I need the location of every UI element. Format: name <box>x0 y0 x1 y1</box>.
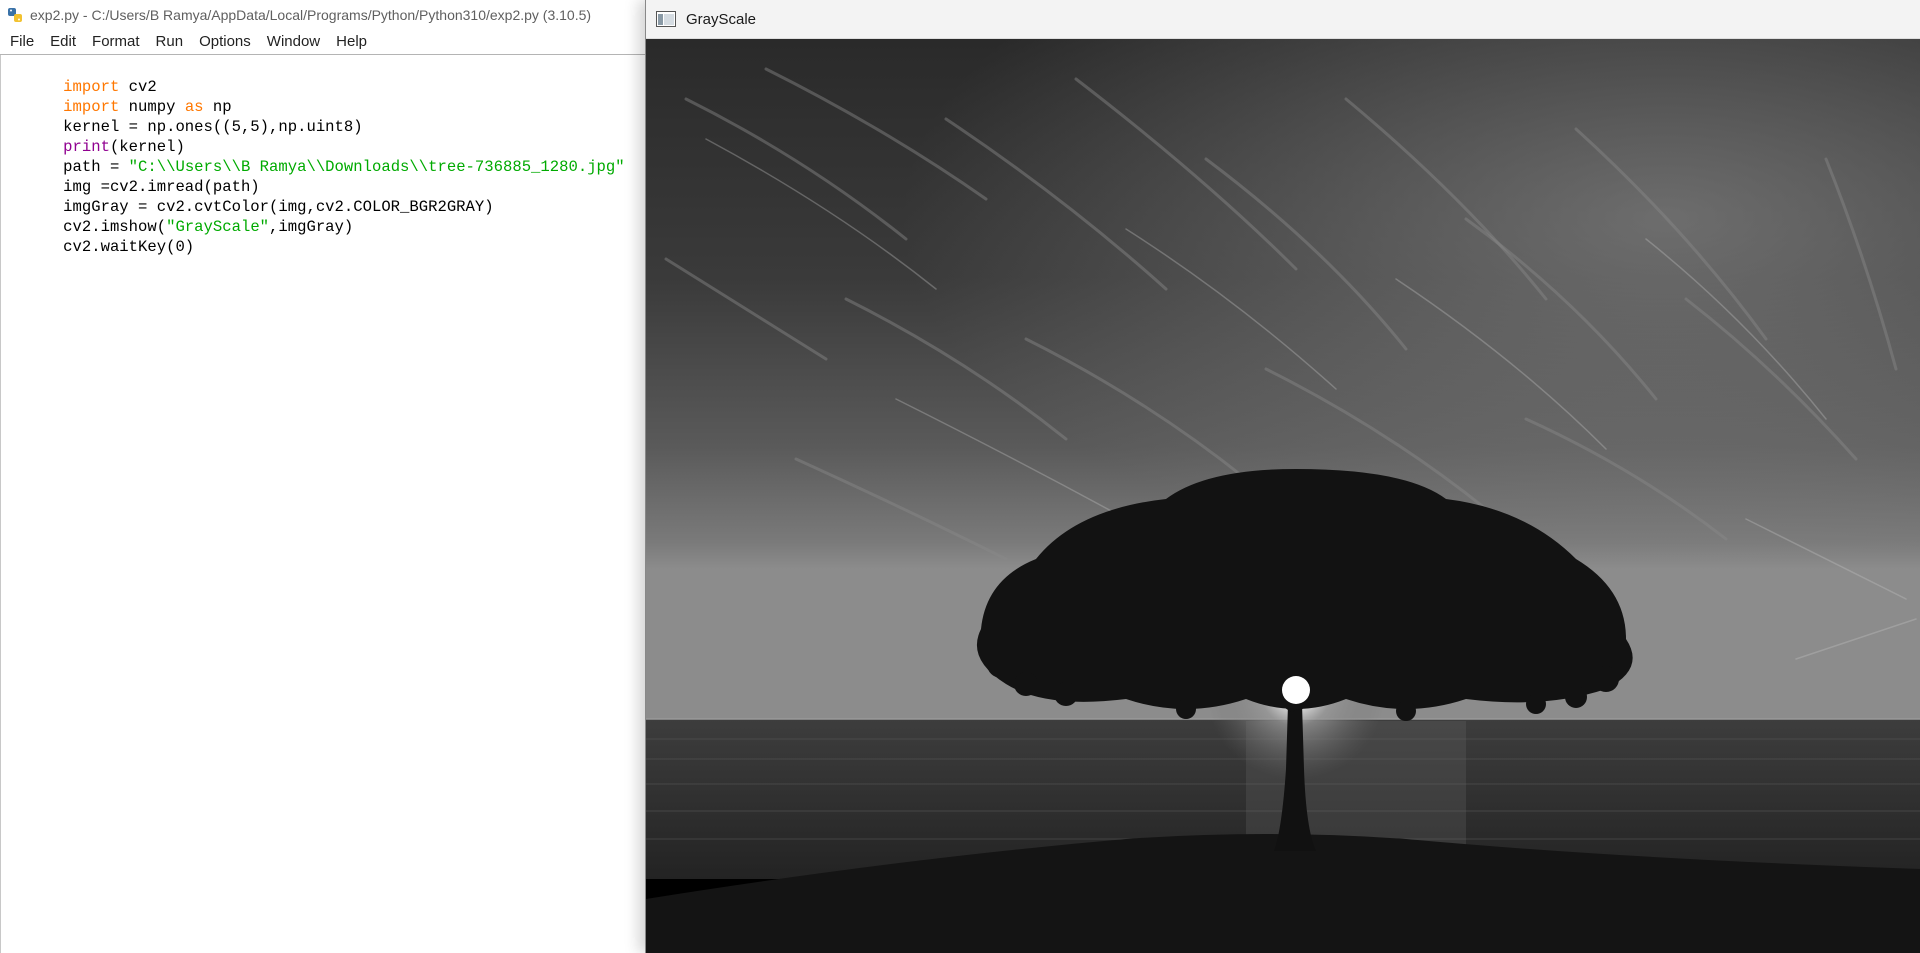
code-token: import <box>63 98 120 116</box>
menu-help[interactable]: Help <box>328 30 375 54</box>
menu-run[interactable]: Run <box>148 30 192 54</box>
grayscale-tree-sunset-photo <box>646 39 1920 953</box>
idle-menu-bar: File Edit Format Run Options Window Help <box>0 30 645 54</box>
idle-editor-window: exp2.py - C:/Users/B Ramya/AppData/Local… <box>0 0 645 953</box>
idle-title-bar[interactable]: exp2.py - C:/Users/B Ramya/AppData/Local… <box>0 0 645 30</box>
grayscale-window-title: GrayScale <box>686 10 757 28</box>
code-token: "GrayScale" <box>166 218 270 236</box>
code-token: kernel = np.ones((5,5),np.uint8) <box>63 118 363 136</box>
menu-options[interactable]: Options <box>191 30 259 54</box>
menu-format[interactable]: Format <box>84 30 148 54</box>
code-token: cv2.waitKey(0) <box>63 238 195 256</box>
code-token: img =cv2.imread(path) <box>63 178 260 196</box>
code-editor[interactable]: import cv2 import numpy as np kernel = n… <box>0 55 645 953</box>
menu-edit[interactable]: Edit <box>42 30 84 54</box>
code-token: numpy <box>119 98 185 116</box>
code-token: import <box>63 78 120 96</box>
code-token: imgGray = cv2.cvtColor(img,cv2.COLOR_BGR… <box>63 198 494 216</box>
code-token: path = <box>63 158 129 176</box>
code-token: ,imgGray) <box>269 218 354 236</box>
code-token: cv2 <box>119 78 157 96</box>
window-icon <box>656 11 676 27</box>
code-token: np <box>203 98 232 116</box>
menu-file[interactable]: File <box>2 30 42 54</box>
code-token: print <box>63 138 110 156</box>
idle-window-title: exp2.py - C:/Users/B Ramya/AppData/Local… <box>30 7 592 23</box>
menu-window[interactable]: Window <box>259 30 328 54</box>
python-icon <box>8 8 22 22</box>
grayscale-window: GrayScale <box>645 0 1920 953</box>
grayscale-title-bar[interactable]: GrayScale <box>646 0 1920 39</box>
code-line-1: import cv2 <box>7 57 645 96</box>
code-token: "C:\\Users\\B Ramya\\Downloads\\tree-736… <box>128 158 625 176</box>
code-token: as <box>184 98 204 116</box>
code-token: cv2.imshow( <box>63 218 167 236</box>
code-token: (kernel) <box>109 138 185 156</box>
